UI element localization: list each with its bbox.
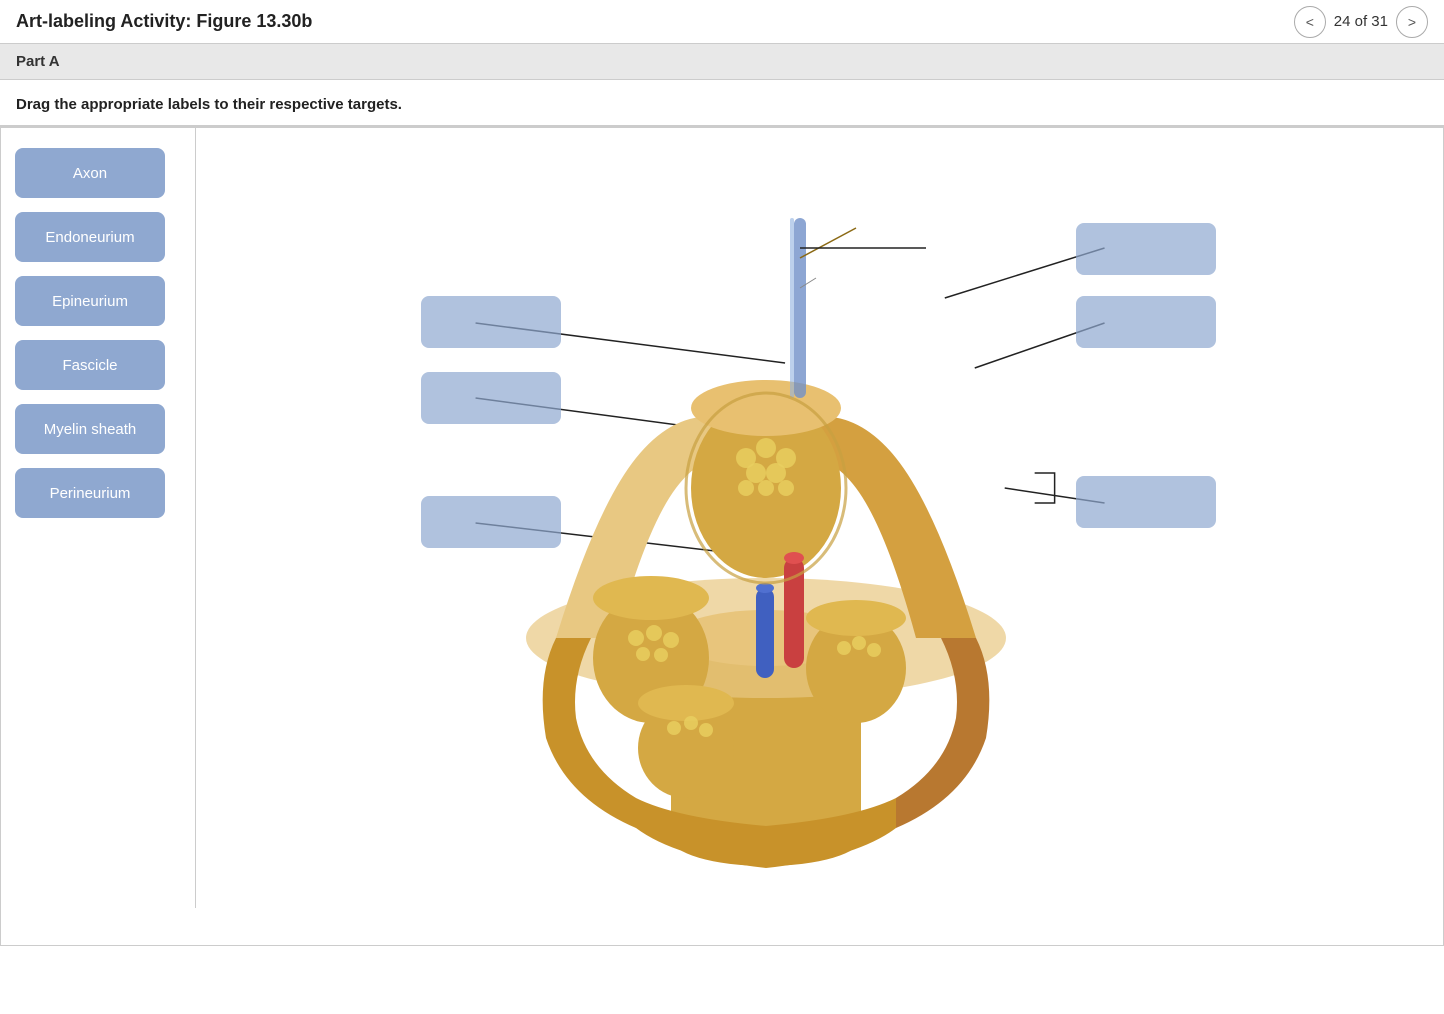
label-myelin-sheath[interactable]: Myelin sheath xyxy=(15,404,165,454)
drop-target-3[interactable] xyxy=(421,296,561,348)
navigation: < 24 of 31 > xyxy=(1294,6,1428,38)
instructions-text: Drag the appropriate labels to their res… xyxy=(16,96,402,113)
label-endoneurium[interactable]: Endoneurium xyxy=(15,212,165,262)
chevron-left-icon: < xyxy=(1306,14,1314,30)
inner-layout: Axon Endoneurium Epineurium Fascicle Mye… xyxy=(1,127,1443,908)
chevron-right-icon: > xyxy=(1408,14,1416,30)
diagram-area xyxy=(196,128,1443,908)
nav-count: 24 of 31 xyxy=(1334,13,1388,30)
drop-target-2[interactable] xyxy=(1076,296,1216,348)
instructions: Drag the appropriate labels to their res… xyxy=(0,80,1444,126)
label-perineurium[interactable]: Perineurium xyxy=(15,468,165,518)
drop-target-5[interactable] xyxy=(421,496,561,548)
drop-target-6[interactable] xyxy=(1076,476,1216,528)
label-axon[interactable]: Axon xyxy=(15,148,165,198)
prev-button[interactable]: < xyxy=(1294,6,1326,38)
activity-area: R Axon Endoneurium Epineurium Fascicle M… xyxy=(0,126,1444,946)
label-fascicle[interactable]: Fascicle xyxy=(15,340,165,390)
next-button[interactable]: > xyxy=(1396,6,1428,38)
part-a-bar: Part A xyxy=(0,44,1444,80)
header: Art-labeling Activity: Figure 13.30b < 2… xyxy=(0,0,1444,44)
part-a-label: Part A xyxy=(16,53,60,70)
drop-target-1[interactable] xyxy=(1076,223,1216,275)
page-title: Art-labeling Activity: Figure 13.30b xyxy=(16,11,312,32)
label-epineurium[interactable]: Epineurium xyxy=(15,276,165,326)
labels-sidebar: Axon Endoneurium Epineurium Fascicle Mye… xyxy=(1,128,196,908)
drop-target-4[interactable] xyxy=(421,372,561,424)
